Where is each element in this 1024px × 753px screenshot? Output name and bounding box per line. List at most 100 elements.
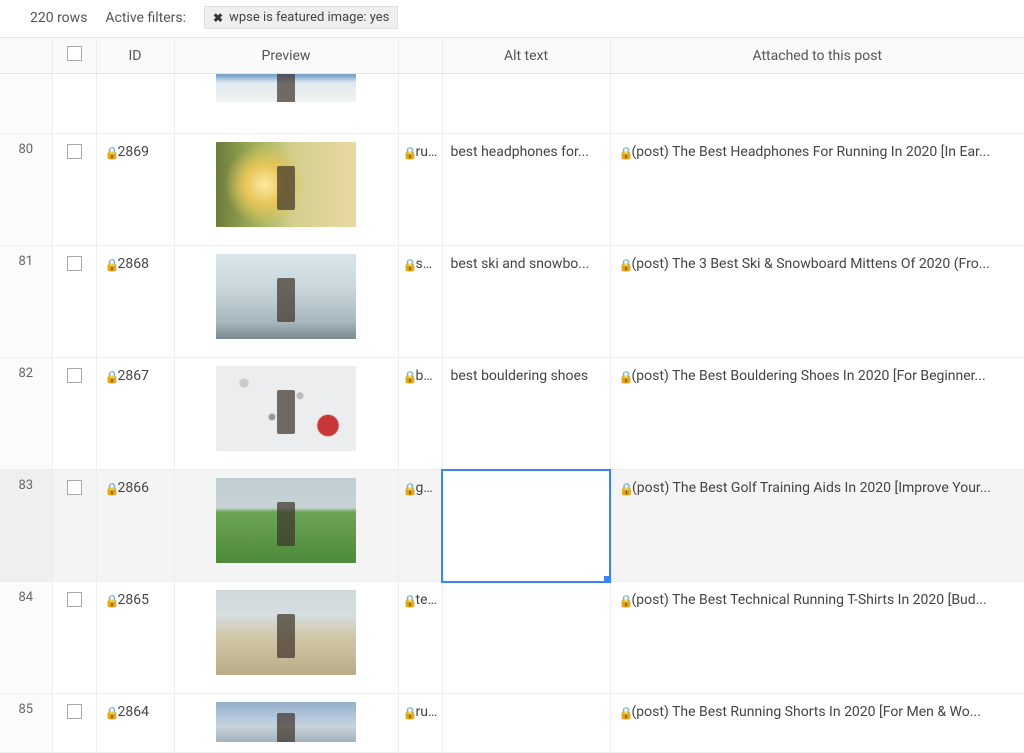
row-checkbox-cell[interactable] <box>52 694 96 753</box>
table-row[interactable]: 80 🔒2869 🔒run...best headphones for...🔒(po… <box>0 134 1024 246</box>
col-header-alt[interactable]: Alt text <box>442 38 610 74</box>
id-cell[interactable]: 🔒2869 <box>96 134 174 246</box>
attached-cell[interactable]: 🔒(post) The Best Bouldering Shoes In 202… <box>610 358 1024 470</box>
row-checkbox[interactable] <box>67 592 82 607</box>
row-checkbox-cell[interactable] <box>52 582 96 694</box>
row-number-cell[interactable]: 84 <box>0 582 52 694</box>
filename-cell[interactable]: 🔒gol... <box>398 470 442 582</box>
id-cell[interactable] <box>96 74 174 134</box>
table-row[interactable]: 83 🔒2866 🔒gol... 🔒(post) The Best Golf Trai… <box>0 470 1024 582</box>
thumbnail-image[interactable] <box>216 478 356 563</box>
alt-text-cell[interactable] <box>442 470 610 582</box>
row-number-cell[interactable]: 80 <box>0 134 52 246</box>
alt-text-cell[interactable] <box>442 74 610 134</box>
lock-icon: 🔒 <box>619 706 629 720</box>
row-checkbox[interactable] <box>67 480 82 495</box>
table-row[interactable] <box>0 74 1024 134</box>
thumbnail-image[interactable] <box>216 74 356 103</box>
col-header-checkbox[interactable] <box>52 38 96 74</box>
row-checkbox-cell[interactable] <box>52 74 96 134</box>
filename-cell[interactable]: 🔒run... <box>398 694 442 753</box>
filename-cell[interactable]: 🔒run... <box>398 134 442 246</box>
preview-cell[interactable] <box>174 470 398 582</box>
row-checkbox-cell[interactable] <box>52 358 96 470</box>
row-checkbox[interactable] <box>67 368 82 383</box>
row-checkbox[interactable] <box>67 144 82 159</box>
row-checkbox[interactable] <box>67 704 82 719</box>
filename-cell[interactable]: 🔒sn... <box>398 246 442 358</box>
lock-icon: 🔒 <box>105 482 115 496</box>
filename-cell[interactable]: 🔒bo... <box>398 358 442 470</box>
lock-icon: 🔒 <box>105 258 115 272</box>
row-count-label: 220 rows <box>30 10 87 26</box>
id-cell[interactable]: 🔒2865 <box>96 582 174 694</box>
lock-icon: 🔒 <box>105 706 115 720</box>
col-header-preview[interactable]: Preview <box>174 38 398 74</box>
top-bar: 220 rows Active filters: ✖ wpse is featu… <box>0 0 1024 37</box>
alt-text-cell[interactable]: best headphones for... <box>442 134 610 246</box>
col-header-rownum[interactable] <box>0 38 52 74</box>
preview-cell[interactable] <box>174 134 398 246</box>
id-cell[interactable]: 🔒2868 <box>96 246 174 358</box>
thumbnail-image[interactable] <box>216 142 356 227</box>
alt-text-cell[interactable]: best bouldering shoes <box>442 358 610 470</box>
thumbnail-image[interactable] <box>216 590 356 675</box>
lock-icon: 🔒 <box>619 370 629 384</box>
row-checkbox-cell[interactable] <box>52 134 96 246</box>
attached-cell[interactable]: 🔒(post) The Best Technical Running T-Shi… <box>610 582 1024 694</box>
table-row[interactable]: 81 🔒2868 🔒sn...best ski and snowbo...🔒(pos… <box>0 246 1024 358</box>
lock-icon: 🔒 <box>105 594 115 608</box>
col-header-id[interactable]: ID <box>96 38 174 74</box>
preview-cell[interactable] <box>174 694 398 753</box>
table-header-row: ID Preview Alt text Attached to this pos… <box>0 38 1024 74</box>
data-table: ID Preview Alt text Attached to this pos… <box>0 37 1024 753</box>
row-number-cell[interactable]: 85 <box>0 694 52 753</box>
lock-icon: 🔒 <box>403 594 413 608</box>
filename-cell[interactable]: 🔒tec... <box>398 582 442 694</box>
col-header-filename[interactable] <box>398 38 442 74</box>
thumbnail-image[interactable] <box>216 254 356 339</box>
attached-cell[interactable] <box>610 74 1024 134</box>
alt-text-cell[interactable] <box>442 582 610 694</box>
preview-cell[interactable] <box>174 358 398 470</box>
alt-text-cell[interactable] <box>442 694 610 753</box>
col-header-attached[interactable]: Attached to this post <box>610 38 1024 74</box>
active-filters-label: Active filters: <box>105 10 186 26</box>
close-icon[interactable]: ✖ <box>213 12 223 24</box>
row-number-cell[interactable]: 82 <box>0 358 52 470</box>
id-cell[interactable]: 🔒2864 <box>96 694 174 753</box>
select-all-checkbox[interactable] <box>67 46 82 61</box>
filter-chip-text: wpse is featured image: yes <box>229 10 389 25</box>
thumbnail-image[interactable] <box>216 702 356 742</box>
preview-cell[interactable] <box>174 74 398 134</box>
filter-chip[interactable]: ✖ wpse is featured image: yes <box>204 6 398 29</box>
attached-cell[interactable]: 🔒(post) The 3 Best Ski & Snowboard Mitte… <box>610 246 1024 358</box>
preview-cell[interactable] <box>174 582 398 694</box>
lock-icon: 🔒 <box>619 482 629 496</box>
row-checkbox-cell[interactable] <box>52 246 96 358</box>
attached-cell[interactable]: 🔒(post) The Best Headphones For Running … <box>610 134 1024 246</box>
filename-cell[interactable] <box>398 74 442 134</box>
row-checkbox[interactable] <box>67 256 82 271</box>
lock-icon: 🔒 <box>403 482 413 496</box>
row-number-cell[interactable]: 83 <box>0 470 52 582</box>
row-number-cell[interactable] <box>0 74 52 134</box>
row-checkbox-cell[interactable] <box>52 470 96 582</box>
lock-icon: 🔒 <box>619 146 629 160</box>
id-cell[interactable]: 🔒2866 <box>96 470 174 582</box>
thumbnail-image[interactable] <box>216 366 356 451</box>
attached-cell[interactable]: 🔒(post) The Best Running Shorts In 2020 … <box>610 694 1024 753</box>
alt-text-cell[interactable]: best ski and snowbo... <box>442 246 610 358</box>
attached-cell[interactable]: 🔒(post) The Best Golf Training Aids In 2… <box>610 470 1024 582</box>
table-row[interactable]: 82 🔒2867 🔒bo...best bouldering shoes🔒(post… <box>0 358 1024 470</box>
table-row[interactable]: 85 🔒2864 🔒run... 🔒(post) The Best Running S… <box>0 694 1024 753</box>
lock-icon: 🔒 <box>619 258 629 272</box>
preview-cell[interactable] <box>174 246 398 358</box>
row-number-cell[interactable]: 81 <box>0 246 52 358</box>
lock-icon: 🔒 <box>105 370 115 384</box>
id-cell[interactable]: 🔒2867 <box>96 358 174 470</box>
lock-icon: 🔒 <box>105 146 115 160</box>
table-row[interactable]: 84 🔒2865 🔒tec... 🔒(post) The Best Technical… <box>0 582 1024 694</box>
lock-icon: 🔒 <box>403 370 413 384</box>
lock-icon: 🔒 <box>403 706 413 720</box>
